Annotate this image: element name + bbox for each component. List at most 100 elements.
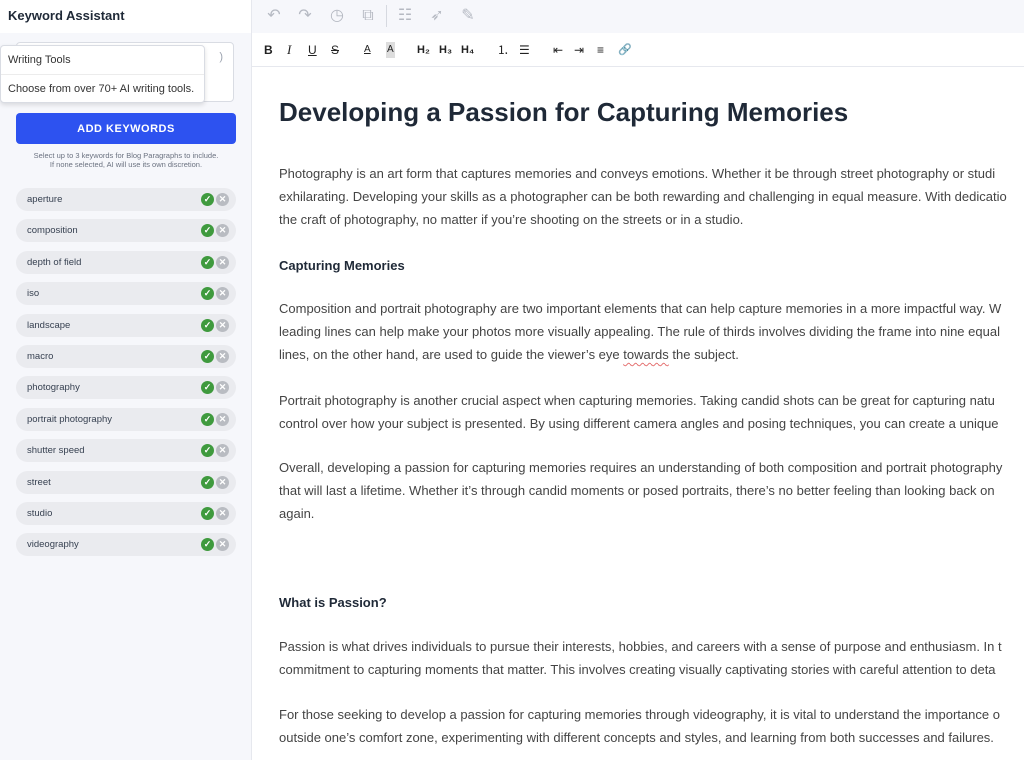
keyword-chip[interactable]: shutter speed ✓ ✕: [16, 439, 236, 463]
keyword-label: iso: [27, 288, 40, 300]
keyword-chip[interactable]: composition ✓ ✕: [16, 219, 236, 243]
keyword-label: studio: [27, 507, 53, 519]
remove-icon[interactable]: ✕: [216, 255, 229, 269]
keyword-chip[interactable]: landscape ✓ ✕: [16, 313, 236, 337]
document-editor[interactable]: Developing a Passion for Capturing Memor…: [279, 67, 1024, 760]
paragraph-passion[interactable]: Passion is what drives individuals to pu…: [279, 635, 1024, 681]
keyword-sidebar: Keyword Assistant ) Writing Tools Choose…: [0, 0, 252, 760]
text-line: that will last a lifetime. Whether it’s …: [279, 483, 995, 498]
text-run: lines, on the other hand, are used to gu…: [279, 347, 624, 362]
text-line: leading lines can help make your photos …: [279, 324, 1000, 339]
redo-icon[interactable]: ↷: [295, 6, 315, 26]
remove-icon[interactable]: ✕: [216, 349, 229, 363]
tooltip-body: Choose from over 70+ AI writing tools.: [8, 83, 195, 95]
check-icon[interactable]: ✓: [201, 287, 214, 301]
check-icon[interactable]: ✓: [201, 506, 214, 520]
text-line: control over how your subject is present…: [279, 416, 999, 431]
italic-button[interactable]: I: [287, 42, 291, 58]
text-line: Overall, developing a passion for captur…: [279, 460, 1003, 475]
text-line: commitment to capturing moments that mat…: [279, 662, 996, 677]
paragraph-portrait[interactable]: Portrait photography is another crucial …: [279, 389, 1024, 435]
paragraph-videography[interactable]: For those seeking to develop a passion f…: [279, 703, 1024, 749]
check-icon[interactable]: ✓: [201, 538, 214, 552]
remove-icon[interactable]: ✕: [216, 538, 229, 552]
keyword-chip[interactable]: studio ✓ ✕: [16, 501, 236, 525]
paragraph-composition[interactable]: Composition and portrait photography are…: [279, 297, 1024, 366]
keyword-label: photography: [27, 382, 80, 394]
check-icon[interactable]: ✓: [201, 224, 214, 238]
text-run: the subject.: [668, 347, 739, 362]
keyword-label: shutter speed: [27, 445, 85, 457]
check-icon[interactable]: ✓: [201, 193, 214, 206]
remove-icon[interactable]: ✕: [216, 193, 229, 206]
heading-3-button[interactable]: H₃: [439, 42, 452, 58]
align-left-icon[interactable]: ≡: [597, 42, 604, 58]
indent-icon[interactable]: ⇥: [574, 42, 584, 58]
spellcheck-word[interactable]: towards: [623, 347, 669, 362]
format-toolbar: B I U S A A H₂ H₃ H₄ ⒈ ☰ ⇤ ⇥ ≡ 🔗: [252, 33, 1024, 67]
remove-icon[interactable]: ✕: [216, 506, 229, 520]
remove-icon[interactable]: ✕: [216, 381, 229, 395]
underline-button[interactable]: U: [308, 42, 317, 58]
ordered-list-icon[interactable]: ⒈: [497, 42, 509, 58]
history-icon[interactable]: ◷: [327, 6, 347, 26]
remove-icon[interactable]: ✕: [216, 224, 229, 238]
bullet-list-icon[interactable]: ☰: [519, 42, 530, 58]
text-line: Portrait photography is another crucial …: [279, 393, 995, 408]
keyword-chip[interactable]: portrait photography ✓ ✕: [16, 407, 236, 431]
action-toolbar: ↶ ↷ ◷ ⧉ ☷ ➶ ✎: [252, 0, 1024, 33]
keyword-label: portrait photography: [27, 413, 113, 425]
check-icon[interactable]: ✓: [201, 349, 214, 363]
link-icon[interactable]: 🔗: [618, 42, 632, 58]
text-line: exhilarating. Developing your skills as …: [279, 189, 1007, 204]
outdent-icon[interactable]: ⇤: [553, 42, 563, 58]
remove-icon[interactable]: ✕: [216, 444, 229, 458]
paragraph-intro[interactable]: Photography is an art form that captures…: [279, 162, 1024, 231]
check-icon[interactable]: ✓: [201, 412, 214, 426]
undo-icon[interactable]: ↶: [264, 6, 284, 26]
remove-icon[interactable]: ✕: [216, 318, 229, 332]
copy-icon[interactable]: ⧉: [358, 6, 378, 26]
text-line: outside one’s comfort zone, experimentin…: [279, 730, 994, 745]
keyword-chip[interactable]: iso ✓ ✕: [16, 282, 236, 306]
font-color-button[interactable]: A: [364, 42, 371, 58]
add-keywords-button[interactable]: ADD KEYWORDS: [16, 113, 236, 144]
check-icon[interactable]: ✓: [201, 318, 214, 332]
heading-2-button[interactable]: H₂: [417, 42, 430, 58]
text-line: again.: [279, 506, 315, 521]
check-icon[interactable]: ✓: [201, 475, 214, 489]
keyword-label: aperture: [27, 194, 63, 205]
writing-tools-tooltip: Writing Tools Choose from over 70+ AI wr…: [0, 45, 205, 103]
heading-what-is-passion[interactable]: What is Passion?: [279, 595, 387, 610]
keyword-chip[interactable]: depth of field ✓ ✕: [16, 250, 236, 274]
pencil-icon[interactable]: ✎: [458, 6, 478, 26]
heading-4-button[interactable]: H₄: [461, 42, 474, 58]
heading-capturing-memories[interactable]: Capturing Memories: [279, 258, 405, 273]
text-line: the craft of photography, no matter if y…: [279, 212, 744, 227]
remove-icon[interactable]: ✕: [216, 287, 229, 301]
check-icon[interactable]: ✓: [201, 381, 214, 395]
tooltip-title: Writing Tools: [8, 54, 71, 66]
keyword-label: videography: [27, 539, 79, 551]
document-title[interactable]: Developing a Passion for Capturing Memor…: [279, 97, 848, 128]
sidebar-title: Keyword Assistant: [8, 8, 125, 23]
text-line: Photography is an art form that captures…: [279, 166, 996, 181]
paragraph-overall[interactable]: Overall, developing a passion for captur…: [279, 456, 1024, 525]
rocket-icon[interactable]: ➶: [427, 6, 447, 26]
text-line: Passion is what drives individuals to pu…: [279, 639, 1002, 654]
highlight-button[interactable]: A: [386, 42, 395, 58]
list-view-icon[interactable]: ☷: [395, 6, 415, 26]
check-icon[interactable]: ✓: [201, 444, 214, 458]
toolbar-divider: [386, 5, 387, 27]
keyword-chip[interactable]: macro ✓ ✕: [16, 344, 236, 368]
check-icon[interactable]: ✓: [201, 255, 214, 269]
remove-icon[interactable]: ✕: [216, 412, 229, 426]
strikethrough-button[interactable]: S: [331, 42, 339, 58]
keyword-chip[interactable]: aperture ✓ ✕: [16, 188, 236, 211]
keyword-chip[interactable]: photography ✓ ✕: [16, 376, 236, 400]
keyword-chip[interactable]: videography ✓ ✕: [16, 533, 236, 557]
bold-button[interactable]: B: [264, 42, 273, 58]
remove-icon[interactable]: ✕: [216, 475, 229, 489]
text-line: lines, on the other hand, are used to gu…: [279, 343, 1024, 366]
keyword-chip[interactable]: street ✓ ✕: [16, 470, 236, 494]
